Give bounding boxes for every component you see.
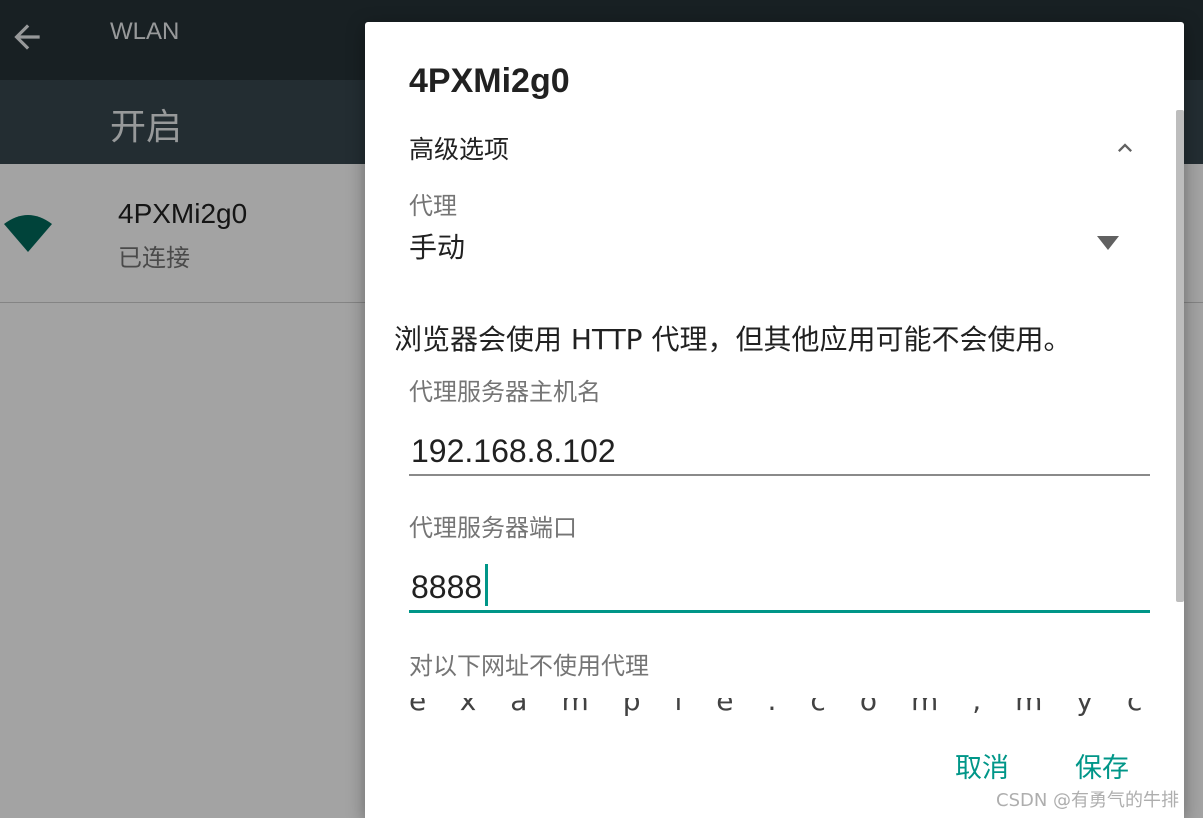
watermark: CSDN @有勇气的牛排 (996, 790, 1180, 811)
dialog-scrollbar[interactable] (1176, 110, 1184, 602)
proxy-select[interactable]: 手动 (409, 222, 1119, 270)
host-label: 代理服务器主机名 (409, 378, 601, 406)
proxy-selected-value: 手动 (409, 231, 466, 264)
port-label: 代理服务器端口 (409, 514, 577, 542)
network-config-dialog: 4PXMi2g0 高级选项 代理 手动 浏览器会使用 HTTP 代理，但其他应用… (365, 22, 1184, 818)
proxy-label: 代理 (409, 192, 457, 220)
bypass-label: 对以下网址不使用代理 (409, 652, 649, 680)
advanced-options-label: 高级选项 (409, 135, 510, 164)
save-button[interactable]: 保存 (1065, 740, 1139, 790)
proxy-port-input[interactable] (409, 564, 1150, 613)
chevron-up-icon (1118, 143, 1132, 152)
bypass-input[interactable]: example.com,mycomp.test.com,localhost (409, 698, 1146, 724)
dropdown-triangle-icon (1097, 236, 1119, 250)
text-cursor (485, 564, 488, 606)
proxy-notice: 浏览器会使用 HTTP 代理，但其他应用可能不会使用。 (394, 323, 1072, 356)
advanced-options-toggle[interactable]: 高级选项 (409, 126, 1139, 170)
dialog-title: 4PXMi2g0 (409, 62, 570, 100)
bypass-value: example.com,mycomp.test.com,localhost (409, 698, 1146, 717)
cancel-button[interactable]: 取消 (945, 740, 1019, 790)
proxy-host-input[interactable] (409, 428, 1150, 476)
